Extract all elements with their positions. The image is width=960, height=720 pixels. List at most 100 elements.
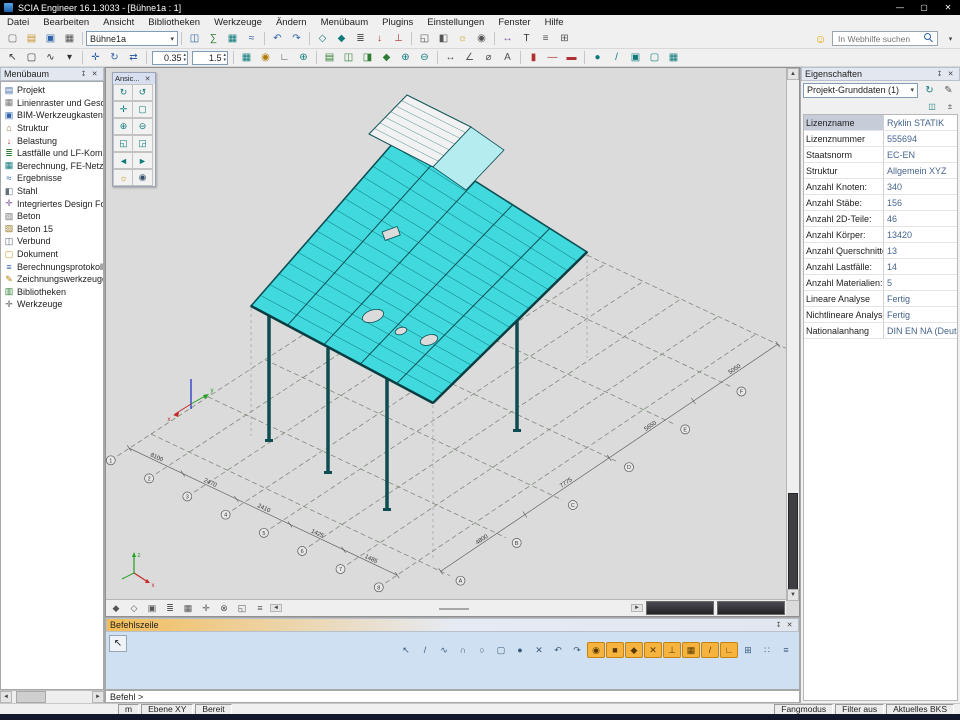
tree-item-beton-15[interactable]: ▨Beton 15 xyxy=(1,223,103,236)
grid-toggle-icon[interactable]: ▦ xyxy=(179,600,197,616)
polyline-tool-icon[interactable]: ∿ xyxy=(435,642,453,658)
screenshot-icon[interactable]: ◉ xyxy=(472,30,491,47)
new-document-icon[interactable]: ▢ xyxy=(3,30,22,47)
pin-icon[interactable]: ↧ xyxy=(78,69,89,80)
member-icon[interactable]: / xyxy=(607,49,626,66)
status-m[interactable]: m xyxy=(118,704,139,715)
view-iso-icon[interactable]: ◆ xyxy=(377,49,396,66)
webhelp-menu-icon[interactable]: ▾ xyxy=(941,30,960,47)
calculator-icon[interactable]: ∑ xyxy=(204,30,223,47)
section-icon[interactable]: ◧ xyxy=(434,30,453,47)
menu-plugins[interactable]: Plugins xyxy=(375,17,420,28)
print-icon[interactable]: ▦ xyxy=(60,30,79,47)
tree-hscrollbar[interactable]: ◄ ► xyxy=(0,690,104,703)
property-label[interactable]: Anzahl Körper: xyxy=(804,227,884,242)
axes-toggle-icon[interactable]: ✛ xyxy=(197,600,215,616)
zoom-in-icon[interactable]: ⊕ xyxy=(113,118,134,135)
angle-dimension-icon[interactable]: ∠ xyxy=(460,49,479,66)
maximize-icon[interactable]: ▢ xyxy=(912,0,936,15)
save-icon[interactable]: ▣ xyxy=(41,30,60,47)
zoom-out-icon[interactable]: ⊖ xyxy=(415,49,434,66)
tree-item-zeichnungswerkzeuge[interactable]: ✎Zeichnungswerkzeuge xyxy=(1,273,103,286)
mirror-icon[interactable]: ⇄ xyxy=(124,49,143,66)
property-label[interactable]: Struktur xyxy=(804,163,884,178)
redo-icon[interactable]: ↷ xyxy=(568,642,586,658)
scroll-thumb[interactable] xyxy=(439,608,469,610)
wire-mode-icon[interactable]: ◇ xyxy=(125,600,143,616)
snap-perpendicular-icon[interactable]: ⊥ xyxy=(663,642,681,658)
tree-item-dokument[interactable]: ▢Dokument xyxy=(1,248,103,261)
property-label[interactable]: Anzahl Lastfälle: xyxy=(804,259,884,274)
tree-item-bibliotheken[interactable]: ▥Bibliotheken xyxy=(1,286,103,299)
view-top-icon[interactable]: ▤ xyxy=(320,49,339,66)
previous-view-icon[interactable]: ◄ xyxy=(113,152,134,169)
snap-intersection-icon[interactable]: ✕ xyxy=(644,642,662,658)
undo-icon[interactable]: ↶ xyxy=(268,30,287,47)
coord-grid-icon[interactable]: ⊞ xyxy=(739,642,757,658)
property-label[interactable]: Lineare Analyse xyxy=(804,291,884,306)
view-options-icon[interactable]: ≡ xyxy=(251,600,269,616)
selection-lasso-icon[interactable]: ∿ xyxy=(41,49,60,66)
webhelp-search-input[interactable] xyxy=(836,33,924,45)
status-ebene-xy[interactable]: Ebene XY xyxy=(141,704,193,715)
model-viewport[interactable]: 8100247024101425148512345678480077755650… xyxy=(105,67,800,617)
mesh-icon[interactable]: ▦ xyxy=(223,30,242,47)
snap-icon[interactable]: ◉ xyxy=(256,49,275,66)
diameter-icon[interactable]: ⌀ xyxy=(479,49,498,66)
property-label[interactable]: Lizenzname xyxy=(804,115,884,130)
property-label[interactable]: Anzahl Materialien: xyxy=(804,275,884,290)
labels-toggle-icon[interactable]: ≣ xyxy=(161,600,179,616)
opening-icon[interactable]: ▢ xyxy=(645,49,664,66)
measure-icon[interactable]: ↔ xyxy=(441,49,460,66)
minimize-icon[interactable]: — xyxy=(888,0,912,15)
command-settings-icon[interactable]: ≡ xyxy=(777,642,795,658)
status-filter-aus[interactable]: Filter aus xyxy=(835,704,884,715)
zoom-out-icon[interactable]: ⊖ xyxy=(132,118,153,135)
scale-spinner[interactable]: 0.35 ▴▾ xyxy=(152,51,188,65)
cursor-select-icon[interactable]: ↖ xyxy=(3,49,22,66)
selection-box-icon[interactable]: ▢ xyxy=(22,49,41,66)
rotate-view-icon[interactable]: ↻ xyxy=(113,84,134,101)
model-canvas[interactable]: 8100247024101425148512345678480077755650… xyxy=(106,68,800,617)
palette-titlebar[interactable]: Ansic... ✕ xyxy=(113,73,155,84)
snap-mid-icon[interactable]: ◆ xyxy=(625,642,643,658)
property-value[interactable]: 156 xyxy=(884,198,902,208)
close-icon[interactable]: ✕ xyxy=(936,0,960,15)
search-icon[interactable] xyxy=(924,33,934,44)
zoom-window-icon[interactable]: ▢ xyxy=(132,101,153,118)
scroll-thumb[interactable] xyxy=(16,691,46,703)
tree-item-stahl[interactable]: ◧Stahl xyxy=(1,185,103,198)
property-value[interactable]: 13 xyxy=(884,246,897,256)
pin-icon[interactable]: ↧ xyxy=(934,69,945,80)
scroll-right-icon[interactable]: ► xyxy=(92,691,104,703)
property-value[interactable]: 13420 xyxy=(884,230,912,240)
dot-grid-icon[interactable]: ∷ xyxy=(758,642,776,658)
property-group-combo[interactable]: Projekt-Grunddaten (1) ▾ xyxy=(803,83,918,98)
active-view-combo[interactable]: Bühne1a ▾ xyxy=(86,31,178,46)
property-value[interactable]: 5 xyxy=(884,278,892,288)
circle-tool-icon[interactable]: ○ xyxy=(473,642,491,658)
rect-tool-icon[interactable]: ▢ xyxy=(492,642,510,658)
node-icon[interactable]: ● xyxy=(588,49,607,66)
scroll-thumb[interactable] xyxy=(788,493,798,591)
menu-bibliotheken[interactable]: Bibliotheken xyxy=(141,17,207,28)
pin-icon[interactable]: ↧ xyxy=(773,620,784,631)
view-settings-icon[interactable]: ◆ xyxy=(107,600,125,616)
copy-icon[interactable]: ◫ xyxy=(185,30,204,47)
actions-layout-icon[interactable]: ◫ xyxy=(924,99,940,113)
help-assistant-icon[interactable]: ☺ xyxy=(812,32,829,46)
beam-member-icon[interactable]: — xyxy=(543,49,562,66)
tree-item-bim-werkzeugkasten[interactable]: ▣BIM-Werkzeugkasten xyxy=(1,109,103,122)
next-view-icon[interactable]: ► xyxy=(132,152,153,169)
surface-mode-icon[interactable]: ▣ xyxy=(143,600,161,616)
command-input[interactable] xyxy=(106,691,799,703)
refresh-properties-icon[interactable]: ↻ xyxy=(920,82,939,99)
snap-ortho-icon[interactable]: ∟ xyxy=(720,642,738,658)
menu-ansicht[interactable]: Ansicht xyxy=(96,17,141,28)
edit-properties-icon[interactable]: ✎ xyxy=(939,82,958,99)
scroll-left-icon[interactable]: ◄ xyxy=(270,604,282,612)
light-icon[interactable]: ☼ xyxy=(453,30,472,47)
menu-werkzeuge[interactable]: Werkzeuge xyxy=(207,17,269,28)
rotate-icon[interactable]: ↻ xyxy=(105,49,124,66)
tree-item-linienraster-und-geschosse[interactable]: ▦Linienraster und Geschosse xyxy=(1,97,103,110)
